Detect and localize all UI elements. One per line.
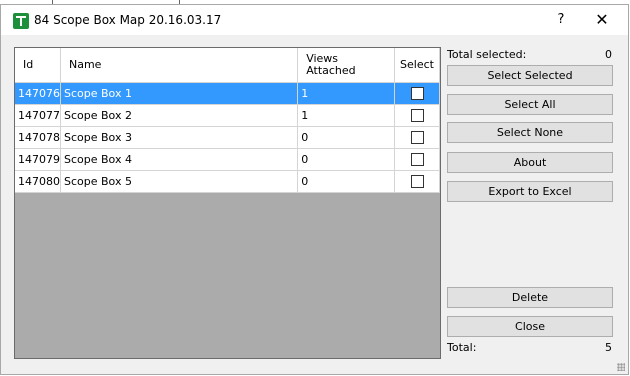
- table-row[interactable]: 147080 Scope Box 50: [15, 170, 440, 193]
- app-logo-icon: [13, 13, 29, 29]
- cell-id[interactable]: 147080: [15, 170, 61, 193]
- cell-select[interactable]: [394, 82, 440, 105]
- delete-button[interactable]: Delete: [447, 287, 613, 308]
- table-row[interactable]: 147076 Scope Box 11: [15, 82, 440, 105]
- cell-select[interactable]: [394, 104, 440, 127]
- select-checkbox[interactable]: [410, 153, 424, 167]
- cell-id[interactable]: 147078: [15, 126, 61, 149]
- cell-views-attached[interactable]: 0: [297, 148, 396, 171]
- cell-name[interactable]: Scope Box 1: [60, 82, 299, 105]
- cell-views-attached[interactable]: 0: [297, 126, 396, 149]
- select-all-button[interactable]: Select All: [447, 94, 613, 115]
- close-window-button[interactable]: ✕: [591, 10, 613, 30]
- select-none-button[interactable]: Select None: [447, 122, 613, 143]
- cell-select[interactable]: [394, 148, 440, 171]
- scope-box-grid[interactable]: Id Name Views Attached Select 147076 Scop…: [14, 47, 441, 359]
- cell-name[interactable]: Scope Box 3: [60, 126, 299, 149]
- table-row[interactable]: 147079 Scope Box 40: [15, 148, 440, 171]
- cell-views-attached[interactable]: 0: [297, 170, 396, 193]
- resize-grip-icon[interactable]: [617, 363, 625, 371]
- select-checkbox[interactable]: [410, 109, 424, 123]
- table-header-row: Id Name Views Attached Select: [15, 48, 440, 83]
- dialog-window: 84 Scope Box Map 20.16.03.17 ? ✕ Id Name…: [0, 4, 629, 375]
- column-header-views-attached[interactable]: Views Attached: [297, 48, 396, 83]
- about-button[interactable]: About: [447, 152, 613, 173]
- column-header-id[interactable]: Id: [15, 48, 61, 83]
- select-checkbox[interactable]: [410, 175, 424, 189]
- cell-select[interactable]: [394, 126, 440, 149]
- total-label: Total:: [447, 341, 477, 354]
- help-button[interactable]: ?: [551, 10, 571, 30]
- total-selected-value: 0: [605, 48, 612, 61]
- cell-name[interactable]: Scope Box 5: [60, 170, 299, 193]
- cell-name[interactable]: Scope Box 4: [60, 148, 299, 171]
- cell-id[interactable]: 147076: [15, 82, 61, 105]
- cell-views-attached[interactable]: 1: [297, 82, 396, 105]
- cell-views-attached[interactable]: 1: [297, 104, 396, 127]
- close-button[interactable]: Close: [447, 316, 613, 337]
- column-header-select[interactable]: Select: [394, 48, 440, 83]
- cell-select[interactable]: [394, 170, 440, 193]
- select-selected-button[interactable]: Select Selected: [447, 65, 613, 86]
- total-selected-label: Total selected:: [447, 48, 527, 61]
- export-to-excel-button[interactable]: Export to Excel: [447, 181, 613, 202]
- scope-box-table: Id Name Views Attached Select 147076 Scop…: [15, 48, 440, 193]
- cell-id[interactable]: 147079: [15, 148, 61, 171]
- select-checkbox[interactable]: [410, 131, 424, 145]
- cell-name[interactable]: Scope Box 2: [60, 104, 299, 127]
- column-header-name[interactable]: Name: [60, 48, 299, 83]
- table-row[interactable]: 147077 Scope Box 21: [15, 104, 440, 127]
- select-checkbox[interactable]: [410, 87, 424, 101]
- total-value: 5: [605, 341, 612, 354]
- title-bar[interactable]: 84 Scope Box Map 20.16.03.17 ? ✕: [1, 5, 628, 35]
- window-title: 84 Scope Box Map 20.16.03.17: [34, 13, 222, 27]
- table-row[interactable]: 147078 Scope Box 30: [15, 126, 440, 149]
- cell-id[interactable]: 147077: [15, 104, 61, 127]
